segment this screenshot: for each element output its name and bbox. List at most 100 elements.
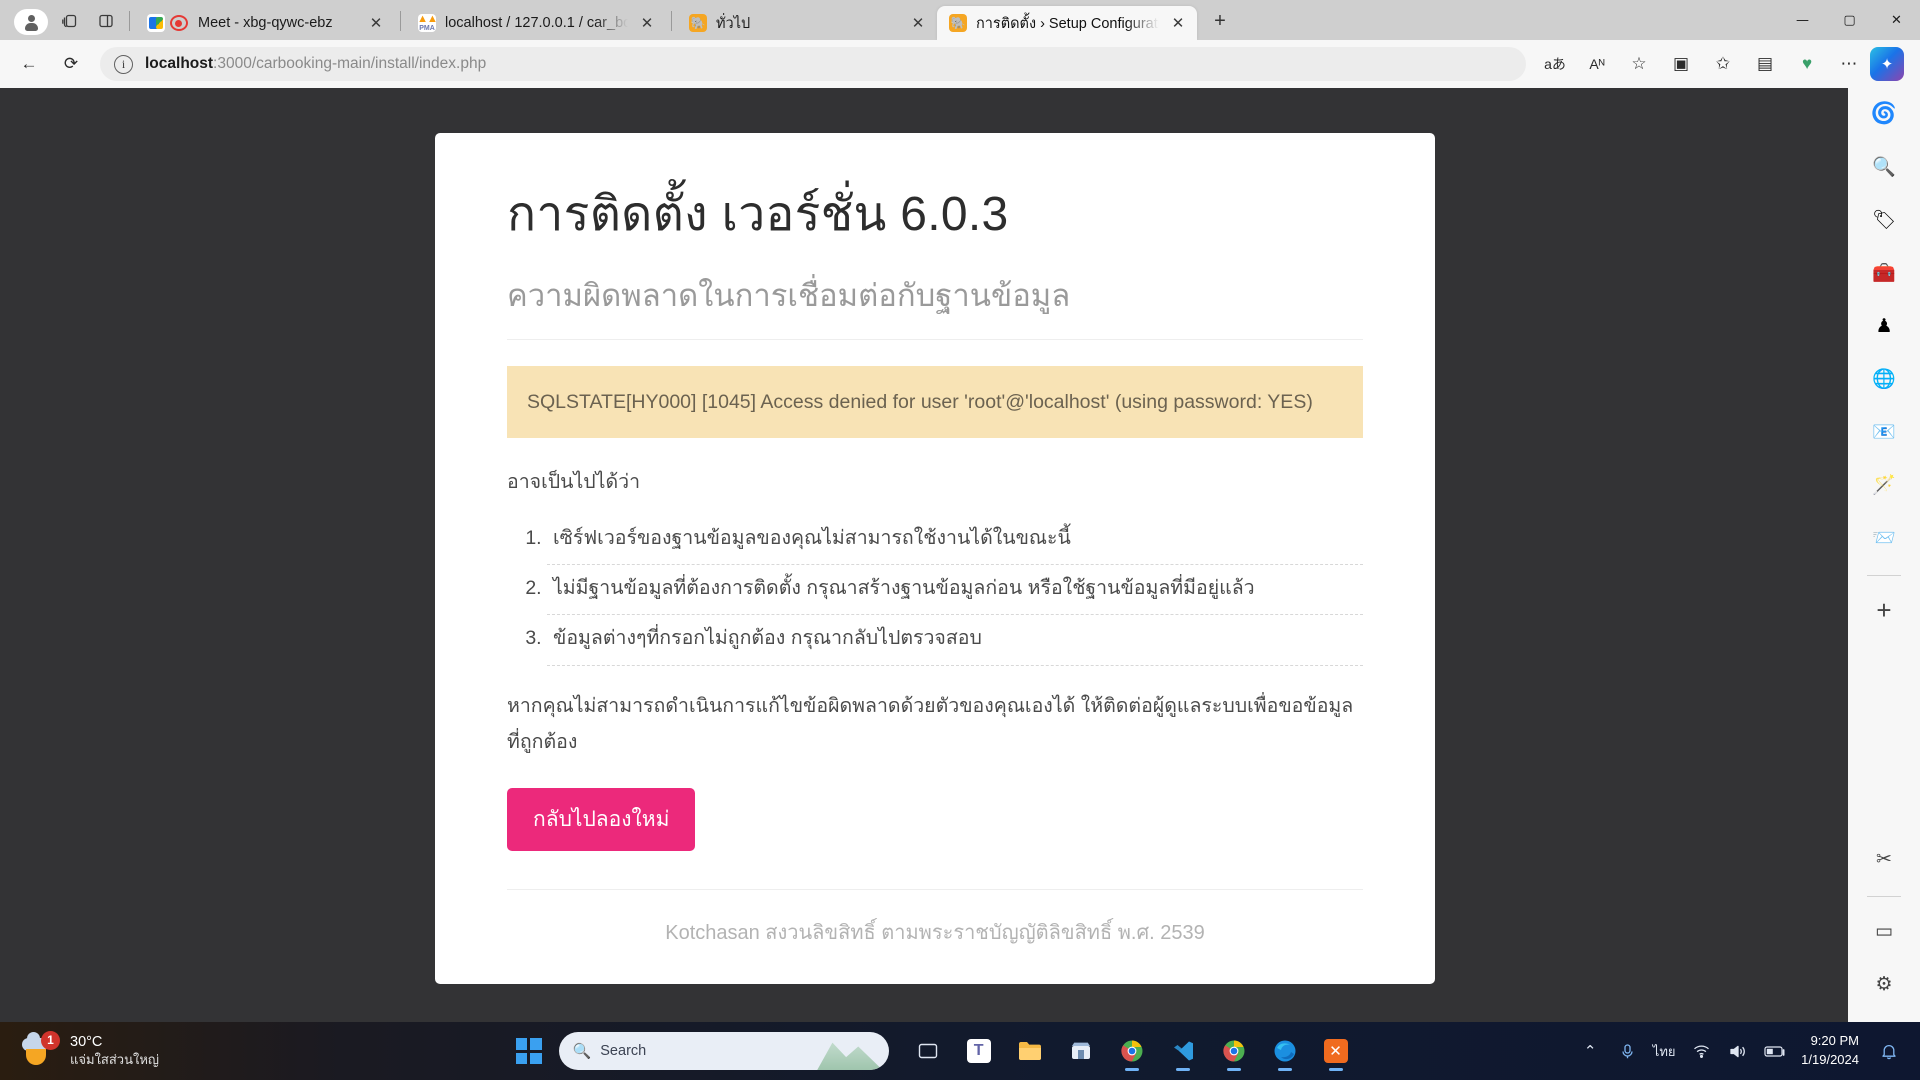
microphone-icon[interactable]: [1610, 1031, 1644, 1071]
tab-title: localhost / 127.0.0.1 / car_bookin: [445, 15, 628, 31]
google-chrome-icon[interactable]: [1212, 1029, 1256, 1073]
tab-collections-icon[interactable]: [52, 6, 88, 36]
games-icon[interactable]: ♟: [1864, 306, 1904, 346]
add-sidebar-app-icon[interactable]: +: [1864, 590, 1904, 630]
profile-avatar[interactable]: [14, 9, 48, 35]
clock[interactable]: 9:20 PM 1/19/2024: [1795, 1032, 1869, 1070]
show-hidden-icons-button[interactable]: ⌃: [1573, 1031, 1607, 1071]
copilot-button[interactable]: ✦: [1870, 47, 1904, 81]
back-button[interactable]: ←: [11, 46, 47, 82]
url-text: localhost:3000/carbooking-main/install/i…: [145, 55, 486, 73]
tab-title: Meet - xbg-qywc-ebz: [198, 15, 333, 31]
url-path: :3000/carbooking-main/install/index.php: [213, 55, 487, 72]
vs-code-icon[interactable]: [1161, 1029, 1205, 1073]
google-meet-icon: [147, 14, 165, 32]
tab-title: การติดตั้ง › Setup Configuration Fil: [976, 15, 1159, 32]
site-info-icon[interactable]: i: [114, 54, 133, 74]
browser-tab-meet[interactable]: Meet - xbg-qywc-ebz ✕: [135, 6, 395, 40]
favorites-icon[interactable]: ✩: [1705, 46, 1741, 82]
address-bar[interactable]: i localhost:3000/carbooking-main/install…: [100, 47, 1526, 81]
page-title: การติดตั้ง เวอร์ชั่น 6.0.3: [507, 188, 1009, 241]
telegram-icon[interactable]: 📨: [1864, 518, 1904, 558]
file-explorer-icon[interactable]: [1008, 1029, 1052, 1073]
settings-and-more-icon[interactable]: ⋯: [1831, 46, 1867, 82]
reasons-list: เซิร์ฟเวอร์ของฐานข้อมูลของคุณไม่สามารถใช…: [547, 515, 1363, 666]
navigation-bar: ← ⟳ i localhost:3000/carbooking-main/ins…: [0, 40, 1920, 88]
browser-window: Meet - xbg-qywc-ebz ✕ ▲▲ PMA localhost / …: [0, 0, 1920, 1022]
page-subtitle: ความผิดพลาดในการเชื่อมต่อกับฐานข้อมูล: [507, 275, 1363, 340]
windows-taskbar: 1 30°C แจ่มใสส่วนใหญ่ 🔍 Search T ✕ ⌃ ไทย…: [0, 1022, 1920, 1080]
sun-shape: [26, 1048, 46, 1065]
tab-close-icon[interactable]: ✕: [634, 10, 660, 36]
tab-close-icon[interactable]: ✕: [905, 10, 931, 36]
list-item: เซิร์ฟเวอร์ของฐานข้อมูลของคุณไม่สามารถใช…: [547, 515, 1363, 566]
search-placeholder: Search: [600, 1043, 647, 1059]
new-tab-button[interactable]: +: [1203, 6, 1237, 36]
list-item: ข้อมูลต่างๆที่กรอกไม่ถูกต้อง กรุณากลับไป…: [547, 615, 1363, 666]
weather-widget[interactable]: 1 30°C แจ่มใสส่วนใหญ่: [0, 1030, 300, 1069]
translate-icon[interactable]: Aᴺ: [1579, 46, 1615, 82]
phpmyadmin-icon: ▲▲ PMA: [418, 14, 436, 32]
retry-button[interactable]: กลับไปลองใหม่: [507, 787, 696, 851]
read-aloud-icon[interactable]: aあ: [1537, 46, 1573, 82]
browser-tab-thuapai[interactable]: 🐘 ทั่วไป ✕: [677, 6, 937, 40]
tab-close-icon[interactable]: ✕: [1165, 10, 1191, 36]
browser-tab-phpmyadmin[interactable]: ▲▲PMA localhost / 127.0.0.1 / car_bookin…: [406, 6, 666, 40]
minimize-button[interactable]: —: [1779, 0, 1826, 40]
chrome-beta-icon[interactable]: [1110, 1029, 1154, 1073]
notifications-bell-icon[interactable]: [1872, 1031, 1906, 1071]
search-input[interactable]: 🔍 Search: [558, 1032, 889, 1070]
tab-strip: Meet - xbg-qywc-ebz ✕ ▲▲ PMA localhost / …: [0, 0, 1920, 40]
task-view-icon[interactable]: [906, 1029, 950, 1073]
admin-contact-note: หากคุณไม่สามารถดำเนินการแก้ไขข้อผิดพลาดด…: [507, 694, 1354, 753]
divider: [671, 11, 672, 31]
sidebar-settings-icon[interactable]: ⚙: [1864, 964, 1904, 1004]
maximize-button[interactable]: ▢: [1826, 0, 1873, 40]
microsoft-edge-icon[interactable]: [1263, 1029, 1307, 1073]
tools-icon[interactable]: 🧰: [1864, 253, 1904, 293]
add-favorite-icon[interactable]: ☆: [1621, 46, 1657, 82]
collections-icon[interactable]: ▤: [1747, 46, 1783, 82]
copyright-footer: Kotchasan สงวนลิขสิทธิ์ ตามพระราชบัญญัติ…: [507, 888, 1363, 948]
split-screen-icon[interactable]: ▣: [1663, 46, 1699, 82]
avatar-icon: [24, 14, 39, 31]
edge-sidebar: 🌀 🔍 🏷 🧰 ♟ 🌐 📧 🪄 📨 + ✂ ▭ ⚙: [1848, 88, 1920, 1022]
toolbar-right: aあ Aᴺ ☆ ▣ ✩ ▤ ♥ ⋯ ✦: [1534, 46, 1912, 82]
system-tray: ⌃ ไทย 9:20 PM 1/19/2024: [1573, 1031, 1920, 1071]
split-screen-icon[interactable]: ▭: [1864, 911, 1904, 951]
outlook-icon[interactable]: 📧: [1864, 412, 1904, 452]
refresh-button[interactable]: ⟳: [53, 46, 89, 82]
battery-icon[interactable]: [1758, 1031, 1792, 1071]
search-icon[interactable]: 🔍: [1864, 147, 1904, 187]
microsoft-365-icon[interactable]: 🌐: [1864, 359, 1904, 399]
shopping-tag-icon[interactable]: 🏷: [1864, 200, 1904, 240]
url-host: localhost: [145, 55, 214, 72]
clock-time: 9:20 PM: [1810, 1033, 1859, 1049]
kotchasan-elephant-icon: 🐘: [689, 14, 707, 32]
microsoft-teams-icon[interactable]: T: [957, 1029, 1001, 1073]
language-indicator[interactable]: ไทย: [1647, 1031, 1681, 1071]
microsoft-store-icon[interactable]: [1059, 1029, 1103, 1073]
copilot-icon: ✦: [1880, 56, 1894, 73]
weather-icon: 1: [22, 1030, 60, 1068]
sql-error-alert: SQLSTATE[HY000] [1045] Access denied for…: [507, 365, 1363, 438]
close-window-button[interactable]: ✕: [1873, 0, 1920, 40]
reasons-lead: อาจเป็นไปได้ว่า: [507, 470, 641, 493]
designer-icon[interactable]: 🪄: [1864, 465, 1904, 505]
screenshot-capture-icon[interactable]: ✂: [1864, 839, 1904, 879]
taskbar-center: 🔍 Search T ✕: [300, 1029, 1573, 1073]
start-button[interactable]: [515, 1038, 542, 1064]
recording-indicator-icon: [170, 15, 188, 31]
volume-icon[interactable]: [1721, 1031, 1755, 1071]
copilot-icon[interactable]: 🌀: [1864, 94, 1904, 134]
wifi-icon[interactable]: [1684, 1031, 1718, 1071]
tab-close-icon[interactable]: ✕: [363, 10, 389, 36]
split-pane-icon[interactable]: [88, 6, 124, 36]
window-controls: — ▢ ✕: [1779, 0, 1920, 40]
notification-badge: 1: [41, 1030, 60, 1050]
list-item: ไม่มีฐานข้อมูลที่ต้องการติดตั้ง กรุณาสร้…: [547, 565, 1363, 616]
xampp-icon[interactable]: ✕: [1314, 1029, 1358, 1073]
browser-tab-setup-active[interactable]: 🐘 การติดตั้ง › Setup Configuration Fil ✕: [937, 6, 1197, 40]
divider: [129, 11, 130, 31]
browser-essentials-icon[interactable]: ♥: [1789, 46, 1825, 82]
